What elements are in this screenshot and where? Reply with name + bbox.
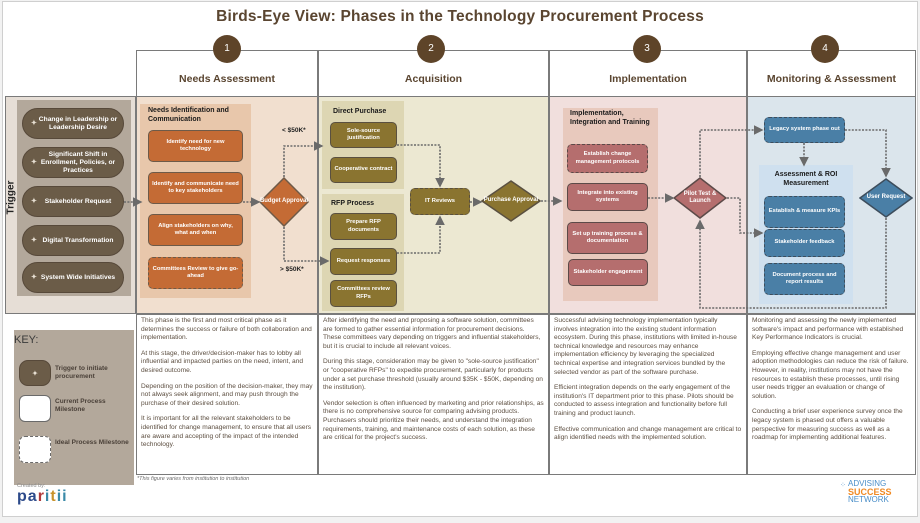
acquisition-description: After identifying the need and proposing… xyxy=(318,314,549,475)
pilot-launch-decision[interactable]: Pilot Test & Launch xyxy=(673,177,727,219)
monitoring-description: Monitoring and assessing the newly imple… xyxy=(747,314,916,475)
direct-purchase-title: Direct Purchase xyxy=(333,108,387,115)
key-title: KEY: xyxy=(14,334,39,346)
it-reviews-step[interactable]: IT Reviews xyxy=(410,188,470,215)
over-threshold-label: > $50K* xyxy=(280,266,304,273)
implementation-step[interactable]: Stakeholder engagement xyxy=(568,259,648,286)
sparkle-icon: ✦ xyxy=(31,236,37,244)
budget-approval-decision[interactable]: Budget Approval xyxy=(259,177,309,227)
acquisition-step[interactable]: Cooperative contract xyxy=(330,157,397,183)
trigger-item[interactable]: ✦ System Wide Initiatives xyxy=(22,262,124,293)
trigger-item[interactable]: ✦ Stakeholder Request xyxy=(22,186,124,217)
acquisition-step[interactable]: Sole-source justification xyxy=(330,122,397,148)
legacy-phase-out-step[interactable]: Legacy system phase out xyxy=(764,117,845,143)
needs-step[interactable]: Identify and communicate need to key sta… xyxy=(148,172,243,204)
ideal-milestone-swatch xyxy=(19,436,51,463)
implementation-step[interactable]: Integrate into existing systems xyxy=(567,183,648,211)
sparkle-icon: ✦ xyxy=(31,197,37,205)
needs-step[interactable]: Align stakeholders on why, what and when xyxy=(148,214,243,246)
phase-number-2: 2 xyxy=(417,35,445,63)
monitoring-step[interactable]: Stakeholder feedback xyxy=(764,229,845,257)
implementation-step-ideal[interactable]: Establish change management protocols xyxy=(567,144,648,173)
asn-logo[interactable]: ADVISING SUCCESS NETWORK xyxy=(848,480,892,504)
purchase-approval-decision[interactable]: Purchase Approval xyxy=(481,180,541,222)
needs-group-title: Needs Identification and Communication xyxy=(148,107,229,123)
acquisition-step[interactable]: Committees review RFPs xyxy=(330,280,397,307)
trigger-label: Trigger xyxy=(5,180,17,215)
phase-number-4: 4 xyxy=(811,35,839,63)
footnote: *This figure varies from institution to … xyxy=(137,476,250,482)
under-threshold-label: < $50K* xyxy=(282,127,306,134)
key-item-label: Ideal Process Milestone xyxy=(55,439,129,446)
implementation-group-title: Implementation, Integration and Training xyxy=(570,110,650,126)
monitoring-step[interactable]: Establish & measure KPIs xyxy=(764,196,845,228)
needs-step[interactable]: Identify need for new technology xyxy=(148,130,243,162)
sparkle-icon: ✦ xyxy=(31,119,37,127)
legend-key: KEY: ✦ Trigger to initiate procurement C… xyxy=(14,330,134,485)
sparkle-icon: ✦ xyxy=(31,158,37,166)
phase-number-3: 3 xyxy=(633,35,661,63)
sparkle-icon: ✦ xyxy=(31,273,37,281)
trigger-item[interactable]: ✦ Digital Transformation xyxy=(22,225,124,256)
user-request-decision[interactable]: User Request xyxy=(859,178,913,218)
acquisition-step[interactable]: Prepare RFP documents xyxy=(330,213,397,240)
monitoring-step[interactable]: Document process and report results xyxy=(764,263,845,295)
trigger-item[interactable]: ✦ Significant Shift in Enrollment, Polici… xyxy=(22,147,124,178)
asn-dots-icon: ⁘ xyxy=(840,482,846,489)
phase-number-1: 1 xyxy=(213,35,241,63)
key-item-label: Trigger to initiate procurement xyxy=(55,365,108,380)
current-milestone-swatch xyxy=(19,395,51,422)
trigger-swatch: ✦ xyxy=(19,360,51,386)
rfp-process-title: RFP Process xyxy=(331,200,375,207)
needs-step-ideal[interactable]: Committees Review to give go-ahead xyxy=(148,257,243,289)
trigger-item[interactable]: ✦ Change in Leadership or Leadership Desi… xyxy=(22,108,124,139)
assessment-roi-title: Assessment & ROI Measurement xyxy=(774,171,838,187)
page-title: Birds-Eye View: Phases in the Technology… xyxy=(216,8,704,25)
implementation-description: Successful advising technology implement… xyxy=(549,314,747,475)
needs-description: This phase is the first and most critica… xyxy=(136,314,318,475)
paritii-logo[interactable]: paritii xyxy=(17,488,68,506)
acquisition-step[interactable]: Request responses xyxy=(330,248,397,275)
key-item-label: Current Process Milestone xyxy=(55,398,106,413)
implementation-step[interactable]: Set up training process & documentation xyxy=(567,222,648,254)
